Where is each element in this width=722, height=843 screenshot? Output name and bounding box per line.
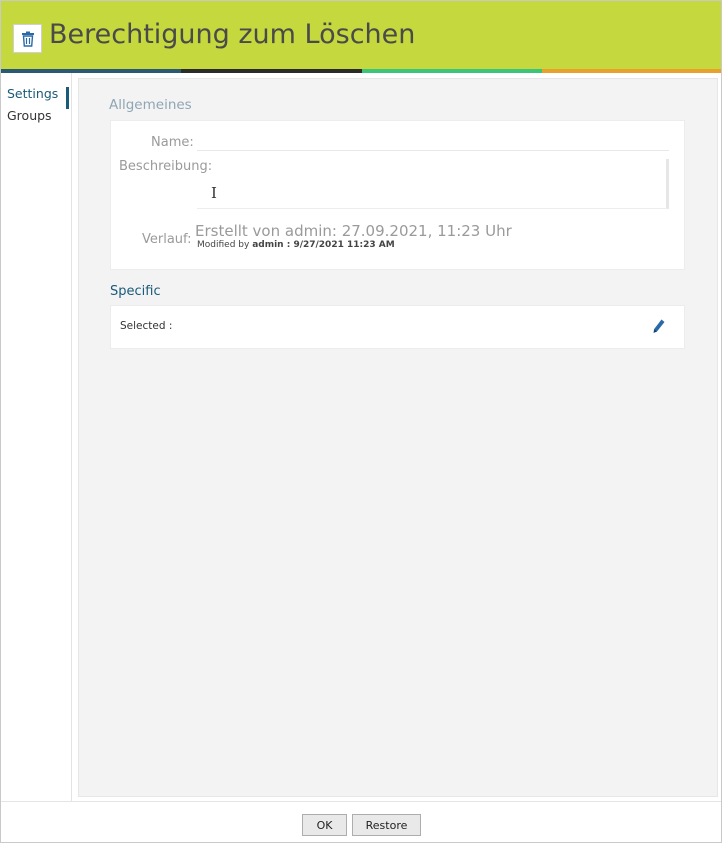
specific-panel: Selected : [110,305,685,349]
header-stripe-2 [181,69,362,73]
sidebar-item-settings[interactable]: Settings [1,83,71,109]
history-created: Erstellt von admin: 27.09.2021, 11:23 Uh… [195,222,512,240]
header-stripe-3 [362,69,542,73]
description-input[interactable] [197,159,669,209]
page-title: Berechtigung zum Löschen [49,19,416,50]
name-input[interactable] [197,131,669,151]
edit-selected-button[interactable] [648,315,670,337]
header-stripe-4 [542,69,721,73]
name-label: Name: [151,135,194,150]
history-modified: Modified by admin : 9/27/2021 11:23 AM [197,240,395,250]
main-content: Allgemeines Name: Beschreibung: I Verlau… [78,78,718,797]
history-label: Verlauf: [142,232,192,247]
section-title-specific: Specific [110,284,161,299]
modified-detail: admin : 9/27/2021 11:23 AM [252,240,395,250]
header-bar: Berechtigung zum Löschen [1,1,721,69]
restore-button[interactable]: Restore [352,814,421,836]
ok-button[interactable]: OK [302,814,347,836]
dialog-window: Berechtigung zum Löschen Settings Groups… [0,0,722,843]
pencil-icon [653,319,665,333]
text-cursor-icon: I [211,184,217,202]
sidebar-item-groups[interactable]: Groups [1,105,71,127]
sidebar: Settings Groups [1,73,72,801]
modified-prefix: Modified by [197,240,250,250]
section-title-general: Allgemeines [109,97,192,113]
footer-bar: OK Restore [1,801,721,842]
trash-icon [13,24,42,53]
selected-label: Selected : [120,320,173,332]
general-panel: Name: Beschreibung: I Verlauf: Erstellt … [110,120,685,270]
